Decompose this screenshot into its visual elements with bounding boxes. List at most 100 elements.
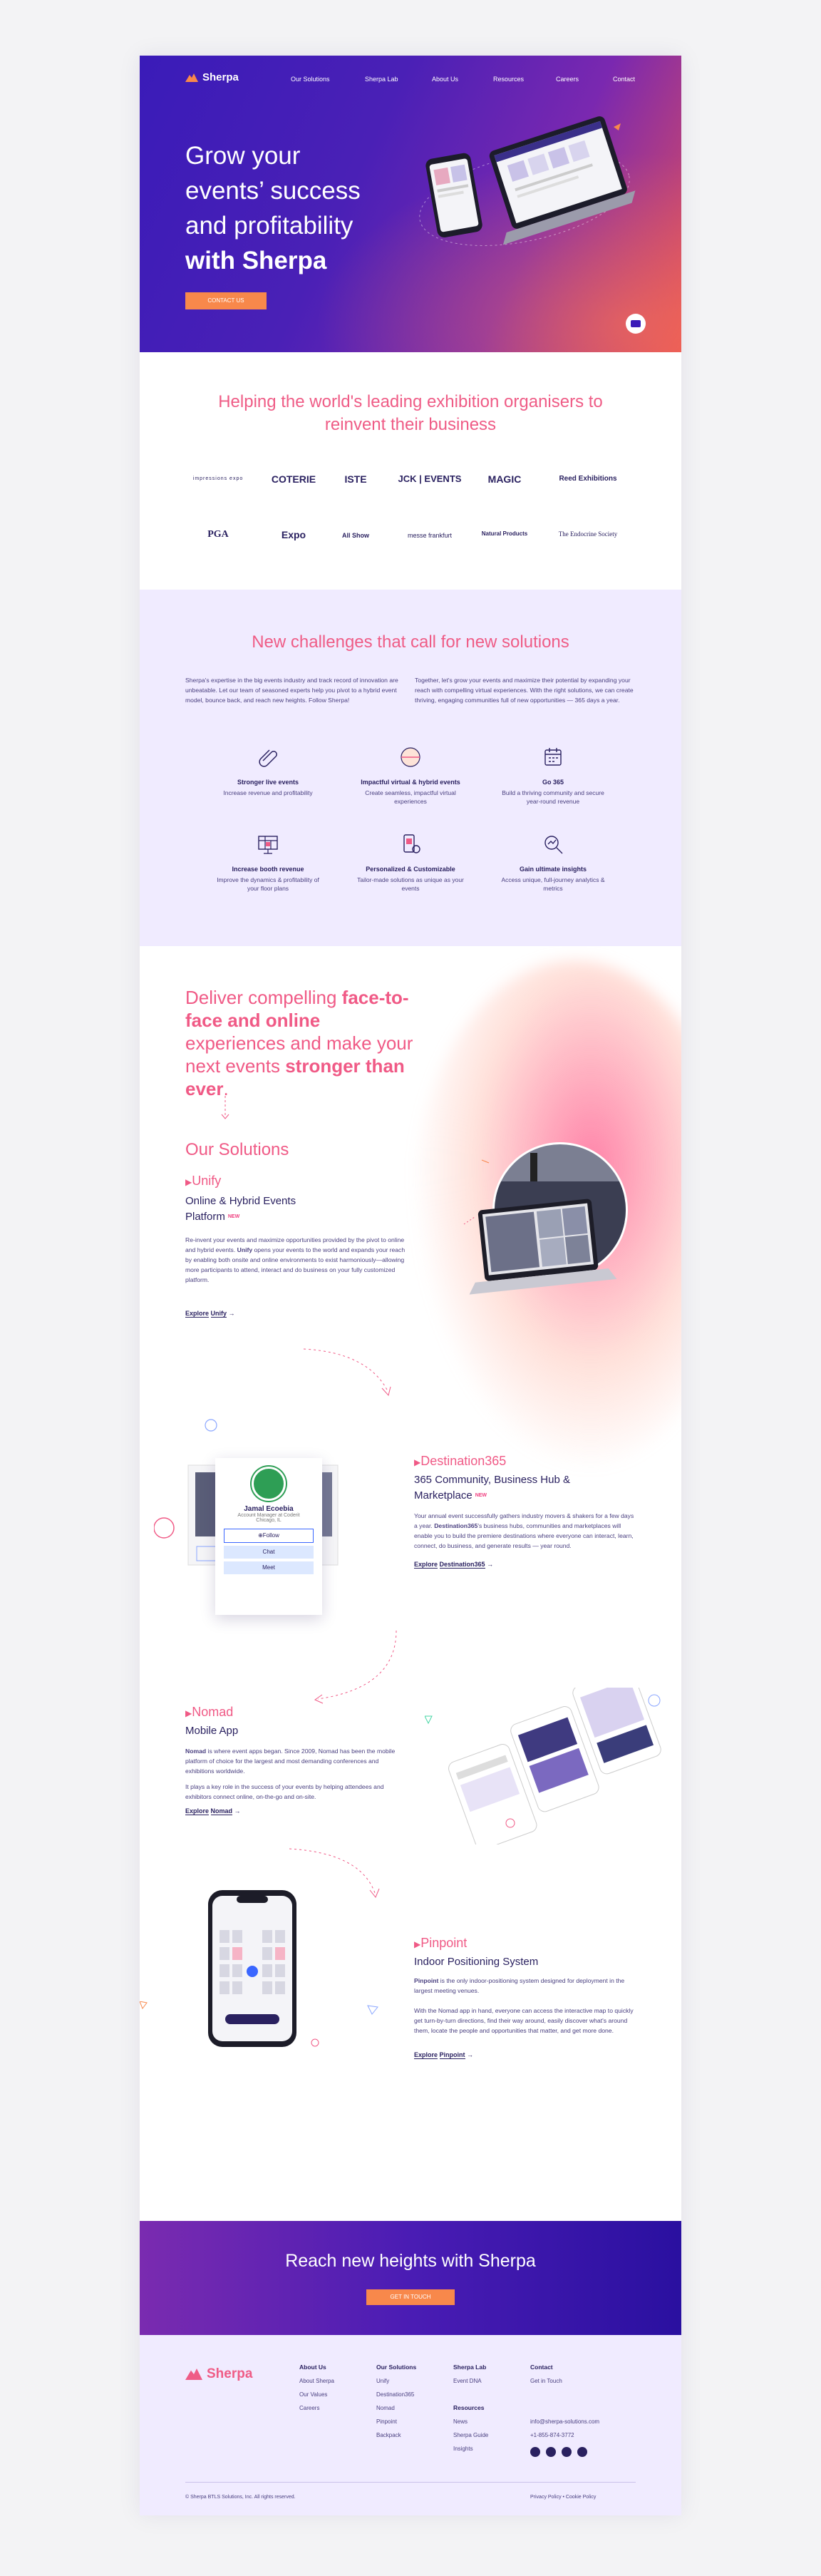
plus-icon: ⊕ — [258, 1532, 263, 1539]
footer-phone[interactable]: +1-855-874-3772 — [530, 2428, 599, 2442]
hero-line-3: and profitability — [185, 212, 353, 240]
challenges-heading: New challenges that call for new solutio… — [252, 632, 569, 652]
nav-careers[interactable]: Careers — [556, 76, 579, 83]
footer-link[interactable]: Event DNA — [453, 2374, 488, 2388]
footer-email[interactable]: info@sherpa-solutions.com — [530, 2415, 599, 2428]
personalize-icon — [403, 834, 420, 853]
logo-text: Sherpa — [207, 2366, 253, 2381]
feature-personalized: Personalized & Customizable Tailor-made … — [353, 832, 468, 893]
feature-go365: Go 365 Build a thriving community and se… — [496, 745, 610, 806]
hero-line-strong: with Sherpa — [185, 247, 327, 274]
feature-hybrid: Impactful virtual & hybrid events Create… — [353, 745, 468, 806]
footer-col-contact: Contact Get in Touch info@sherpa-solutio… — [530, 2361, 599, 2458]
footer-logo[interactable]: Sherpa — [185, 2366, 252, 2382]
twitter-icon[interactable] — [577, 2446, 587, 2457]
footer-link[interactable]: About Sherpa — [299, 2374, 334, 2388]
product-nomad-desc: Nomad is where event apps began. Since 2… — [185, 1746, 406, 1776]
feature-insights: Gain ultimate insights Access unique, fu… — [496, 832, 610, 893]
follow-label: Follow — [262, 1532, 279, 1539]
feature-desc: Access unique, full-journey analytics & … — [501, 876, 605, 892]
follow-button[interactable]: ⊕Follow — [224, 1529, 314, 1543]
footer-link[interactable]: Destination365 — [376, 2388, 416, 2401]
product-destination365-desc: Your annual event successfully gathers i… — [414, 1511, 635, 1551]
sherpa-logo[interactable]: Sherpa — [185, 71, 239, 83]
product-pinpoint-desc-2: With the Nomad app in hand, everyone can… — [414, 2007, 634, 2034]
product-unify-desc: Re-invent your events and maximize oppor… — [185, 1235, 406, 1285]
product-subtitle: Online & Hybrid Events Platform — [185, 1195, 296, 1223]
footer-link[interactable]: Nomad — [376, 2401, 416, 2415]
footer: Sherpa About Us About Sherpa Our Values … — [140, 2335, 681, 2515]
explore-nomad-link[interactable]: Explore Nomad → — [185, 1807, 241, 1815]
nav-about-us[interactable]: About Us — [432, 76, 458, 83]
get-in-touch-button[interactable]: GET IN TOUCH — [366, 2289, 455, 2305]
footer-link[interactable]: Unify — [376, 2374, 416, 2388]
profile-city: Chicago, IL — [256, 1518, 282, 1523]
product-nomad-name: ▶Nomad — [185, 1705, 233, 1720]
nav-resources[interactable]: Resources — [493, 76, 524, 83]
feature-title: Gain ultimate insights — [519, 866, 587, 873]
nav-our-solutions[interactable]: Our Solutions — [291, 76, 330, 83]
explore-target: Pinpoint — [439, 2051, 465, 2059]
contact-us-button[interactable]: CONTACT US — [185, 292, 267, 309]
clients-heading: Helping the world's leading exhibition o… — [218, 392, 603, 434]
product-name: Pinpoint — [420, 1936, 468, 1950]
nav-contact[interactable]: Contact — [613, 76, 635, 83]
explore-label: Explore — [414, 2051, 438, 2059]
desc-text: is the only indoor-positioning system de… — [414, 1977, 625, 1994]
product-nomad-sub: Mobile App — [185, 1725, 239, 1737]
product-name: Nomad — [192, 1705, 234, 1719]
nav-sherpa-lab[interactable]: Sherpa Lab — [365, 76, 398, 83]
footer-link[interactable]: Sherpa Guide — [453, 2428, 488, 2442]
feature-desc: Create seamless, impactful virtual exper… — [365, 789, 456, 805]
footer-link[interactable]: Pinpoint — [376, 2415, 416, 2428]
linkedin-icon[interactable] — [562, 2446, 572, 2457]
avatar — [252, 1467, 286, 1501]
explore-destination365-link[interactable]: Explore Destination365 → — [414, 1561, 493, 1569]
client-logo-iste: ISTE — [344, 473, 367, 485]
footer-heading: Resources — [453, 2404, 485, 2411]
footer-heading: Our Solutions — [376, 2364, 417, 2371]
explore-pinpoint-link[interactable]: Explore Pinpoint → — [414, 2051, 473, 2059]
explore-unify-link[interactable]: Explore Unify → — [185, 1310, 235, 1318]
challenges-para-left: Sherpa's expertise in the big events ind… — [185, 677, 398, 704]
hybrid-icon — [401, 747, 420, 767]
feature-title: Personalized & Customizable — [366, 866, 455, 873]
nomad-phones-illustration — [425, 1688, 661, 1844]
footer-col-lab: Sherpa Lab Event DNA Resources News Sher… — [453, 2361, 488, 2456]
footer-link[interactable]: Backpack — [376, 2428, 416, 2442]
desc-text: is where event apps began. Since 2009, N… — [185, 1748, 396, 1775]
our-solutions-heading: Our Solutions — [185, 1140, 289, 1159]
cta-title: Reach new heights with Sherpa — [285, 2251, 536, 2271]
client-logo-allshow: All Show — [342, 532, 369, 539]
facebook-icon[interactable] — [530, 2446, 540, 2457]
new-badge: NEW — [227, 1214, 240, 1220]
product-pinpoint-name: ▶Pinpoint — [414, 1936, 467, 1951]
client-logo-jck: JCK | EVENTS — [398, 473, 462, 484]
product-destination365-name: ▶Destination365 — [414, 1454, 506, 1469]
footer-link[interactable]: Our Values — [299, 2388, 334, 2401]
product-name: Unify — [192, 1174, 222, 1188]
product-pinpoint-desc: Pinpoint is the only indoor-positioning … — [414, 1976, 635, 1996]
clip-icon — [259, 749, 277, 767]
product-unify-name: ▶Unify — [185, 1174, 221, 1189]
desc-bold: Pinpoint — [414, 1977, 439, 1984]
instagram-icon[interactable] — [546, 2446, 556, 2457]
product-nomad-desc-2: It plays a key role in the success of yo… — [185, 1783, 384, 1800]
copyright: © Sherpa BTLS Solutions, Inc. All rights… — [185, 2495, 296, 2500]
client-logo-pga: PGA — [207, 529, 229, 540]
desc-bold: Destination365 — [434, 1522, 478, 1529]
explore-target: Destination365 — [439, 1561, 485, 1569]
footer-link[interactable]: Insights — [453, 2442, 488, 2456]
footer-link[interactable]: News — [453, 2415, 488, 2428]
footer-heading: Contact — [530, 2364, 553, 2371]
product-name: Destination365 — [420, 1454, 507, 1468]
chat-button[interactable]: Chat — [224, 1546, 314, 1559]
footer-link[interactable]: Careers — [299, 2401, 334, 2415]
feature-desc: Improve the dynamics & profitability of … — [217, 876, 319, 892]
client-logo-coterie: COTERIE — [271, 473, 316, 485]
feature-title: Stronger live events — [237, 779, 299, 786]
legal-links[interactable]: Privacy Policy • Cookie Policy — [530, 2495, 596, 2500]
meet-button[interactable]: Meet — [224, 1561, 314, 1574]
hero-section: Sherpa Our Solutions Sherpa Lab About Us… — [140, 56, 681, 352]
footer-link[interactable]: Get in Touch — [530, 2374, 599, 2388]
